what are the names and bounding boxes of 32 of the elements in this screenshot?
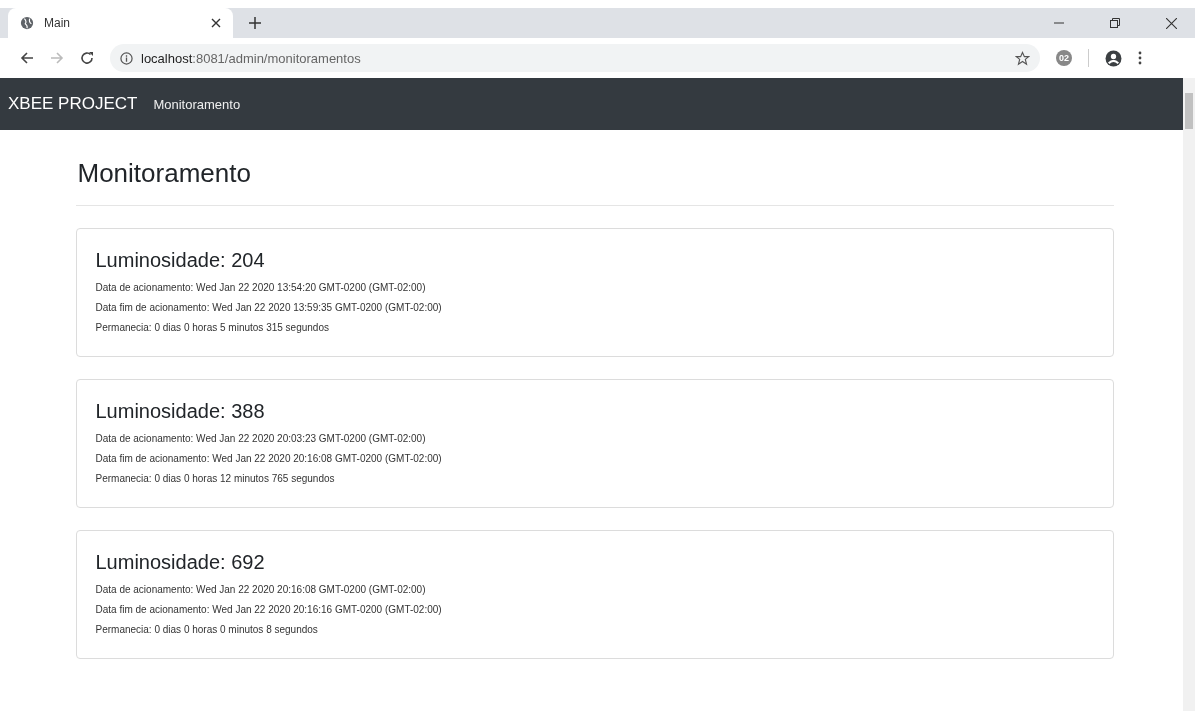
address-field[interactable]: localhost:8081/admin/monitoramentos — [110, 44, 1040, 72]
reload-icon[interactable] — [80, 51, 94, 65]
close-icon[interactable] — [1166, 17, 1177, 29]
card-text: Permanecia: 0 dias 0 horas 12 minutos 765 segundos — [95, 473, 336, 484]
card-text: Data fim de acionamento: Wed Jan 22 2020 13:59:35 GMT-0200 (GMT-02:00) — [95, 302, 443, 313]
brand-link[interactable]: XBEE PROJECT — [8, 94, 138, 114]
extension-badge[interactable]: 02 — [1056, 50, 1072, 66]
card-text: Data fim de acionamento: Wed Jan 22 2020 20:16:16 GMT-0200 (GMT-02:00) — [95, 604, 443, 615]
card-text: Data de acionamento: Wed Jan 22 2020 13:54:20 GMT-0200 (GMT-02:00) — [95, 282, 427, 293]
card-title: Luminosidade: 204 — [95, 249, 266, 272]
card-text: Data fim de acionamento: Wed Jan 22 2020 20:16:08 GMT-0200 (GMT-02:00) — [95, 453, 443, 464]
card-title: Luminosidade: 692 — [95, 551, 266, 574]
browser-tab[interactable]: Main — [8, 8, 233, 38]
card-text: Data de acionamento: Wed Jan 22 2020 20:16:08 GMT-0200 (GMT-02:00) — [95, 584, 427, 595]
scroll-thumb[interactable] — [1185, 93, 1193, 129]
nav-link[interactable]: Monitoramento — [153, 96, 241, 112]
profile-icon[interactable] — [1105, 49, 1122, 67]
back-icon[interactable] — [20, 51, 34, 65]
scrollbar[interactable] — [1183, 78, 1195, 711]
card-title: Luminosidade: 388 — [95, 400, 266, 423]
page-title: Monitoramento — [77, 158, 252, 189]
restore-icon[interactable] — [1110, 18, 1120, 28]
card-text: Permanecia: 0 dias 0 horas 0 minutos 8 segundos — [95, 624, 319, 635]
new-tab-icon[interactable] — [249, 17, 261, 29]
tab-title: Main — [44, 16, 71, 30]
star-icon[interactable] — [1015, 50, 1030, 66]
close-icon[interactable] — [211, 18, 221, 28]
info-icon — [120, 51, 133, 65]
card-text: Data de acionamento: Wed Jan 22 2020 20:03:23 GMT-0200 (GMT-02:00) — [95, 433, 427, 444]
globe-icon — [20, 16, 34, 30]
card-text: Permanecia: 0 dias 0 horas 5 minutos 315 segundos — [95, 322, 330, 333]
menu-icon[interactable] — [1138, 51, 1142, 65]
